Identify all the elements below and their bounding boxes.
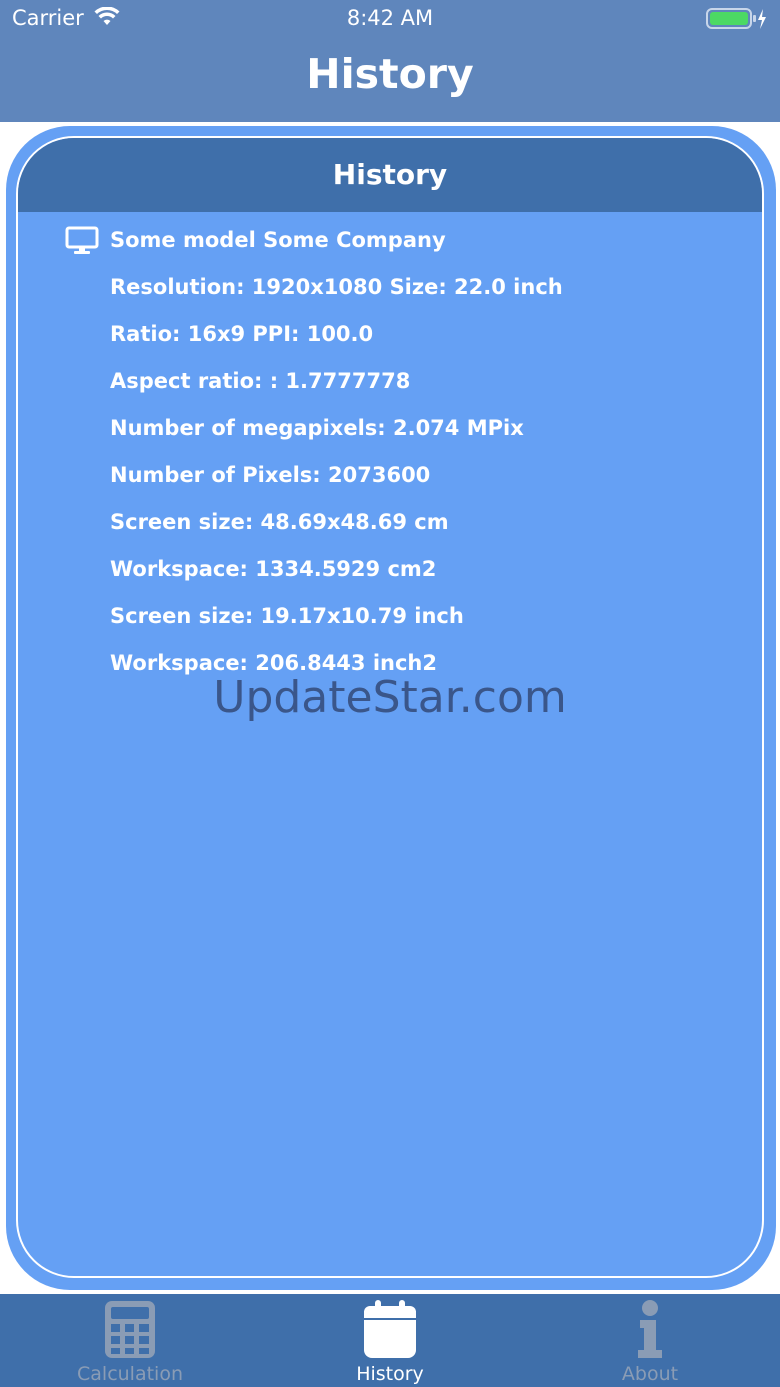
navigation-bar: Carrier 8:42 AM History: [0, 0, 780, 122]
history-entry-detail: Resolution: 1920x1080 Size: 22.0 inch: [110, 275, 563, 299]
history-entry-detail: Number of Pixels: 2073600: [110, 463, 431, 487]
history-entry-detail: Screen size: 48.69x48.69 cm: [110, 510, 449, 534]
battery-icon: [706, 7, 768, 35]
tab-label: History: [356, 1363, 424, 1385]
tab-calculation[interactable]: Calculation: [0, 1294, 260, 1387]
history-entry-detail: Screen size: 19.17x10.79 inch: [110, 604, 464, 628]
tab-bar: Calculation History About: [0, 1294, 780, 1387]
watermark: UpdateStar.com: [213, 672, 567, 723]
monitor-icon: [65, 226, 99, 260]
tab-history[interactable]: History: [260, 1294, 520, 1387]
history-entry-detail: Number of megapixels: 2.074 MPix: [110, 416, 524, 440]
status-time: 8:42 AM: [346, 6, 434, 30]
tab-label: Calculation: [77, 1363, 183, 1385]
page-title: History: [306, 50, 474, 98]
history-entry-detail: Aspect ratio: : 1.7777778: [110, 369, 411, 393]
history-entry-detail: Workspace: 1334.5929 cm2: [110, 557, 437, 581]
tab-about[interactable]: About: [520, 1294, 780, 1387]
history-entry-detail: Ratio: 16x9 PPI: 100.0: [110, 322, 374, 346]
history-entry-device[interactable]: Some model Some Company: [110, 228, 446, 252]
card-header: History: [18, 138, 762, 212]
tab-label: About: [621, 1363, 679, 1385]
